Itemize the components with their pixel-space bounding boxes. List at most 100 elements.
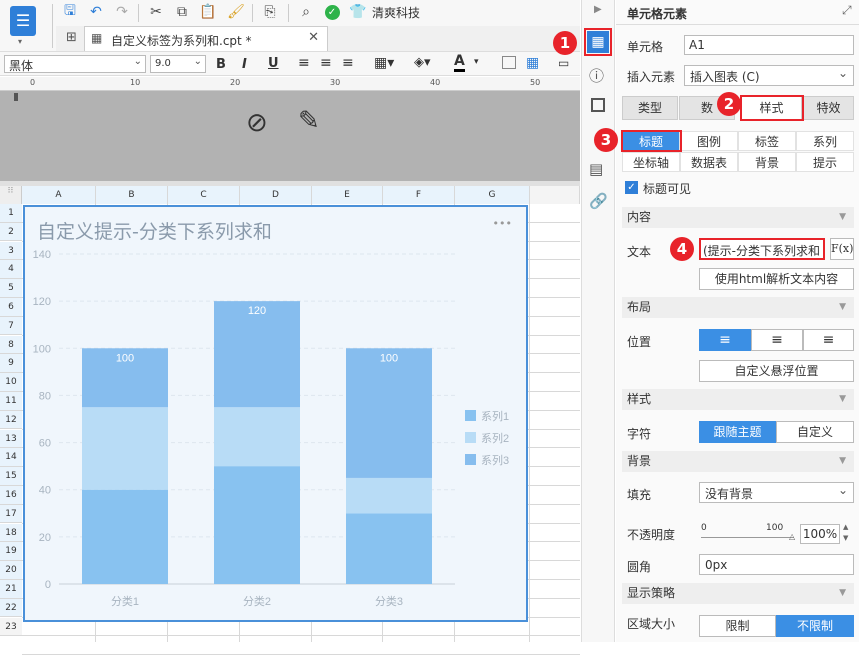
row-header-12[interactable]: 12 bbox=[0, 410, 22, 430]
row-header-8[interactable]: 8 bbox=[0, 335, 22, 355]
check-icon[interactable]: ✓ bbox=[322, 2, 342, 22]
save-icon[interactable]: 🖫 bbox=[60, 2, 80, 22]
more-icon[interactable]: ▭ bbox=[558, 56, 569, 70]
border-icon[interactable]: ▦▾ bbox=[374, 55, 394, 71]
row-header-20[interactable]: 20 bbox=[0, 561, 22, 580]
undo-icon[interactable]: ↶ bbox=[86, 2, 106, 22]
font-color-icon[interactable]: A bbox=[454, 53, 465, 72]
align-center-icon[interactable]: ≡ bbox=[320, 55, 332, 71]
cell-input[interactable]: A1 bbox=[684, 35, 854, 55]
font-select[interactable]: 黑体 ⌄ bbox=[4, 55, 146, 73]
row-header-23[interactable]: 23 bbox=[0, 617, 22, 637]
subtab-2[interactable]: 标签 bbox=[738, 131, 796, 151]
expand-right-icon[interactable]: ▶ bbox=[594, 4, 602, 15]
row-header-14[interactable]: 14 bbox=[0, 448, 22, 467]
row-header-11[interactable]: 11 bbox=[0, 392, 22, 411]
row-header-1[interactable]: 1 bbox=[0, 204, 22, 223]
corner-handle[interactable]: ⁝⁝ bbox=[0, 186, 22, 204]
nolimit-button[interactable]: 不限制 bbox=[776, 615, 854, 637]
radius-input[interactable]: 0px bbox=[699, 554, 854, 575]
row-header-18[interactable]: 18 bbox=[0, 523, 22, 543]
fill-color-icon[interactable]: ◈▾ bbox=[414, 55, 431, 70]
paste-icon[interactable]: 📋 bbox=[198, 2, 218, 22]
opacity-slider-handle[interactable]: △ bbox=[789, 532, 795, 541]
opacity-input[interactable]: 100% bbox=[800, 524, 840, 544]
row-header-19[interactable]: 19 bbox=[0, 542, 22, 561]
font-color-dropdown-icon[interactable]: ▾ bbox=[474, 57, 479, 67]
subtab-6[interactable]: 背景 bbox=[738, 152, 796, 172]
layout-section[interactable]: 布局 ▼ bbox=[622, 297, 854, 318]
redo-icon[interactable]: ↷ bbox=[112, 2, 132, 22]
follow-theme-button[interactable]: 跟随主题 bbox=[699, 421, 776, 443]
row-header-2[interactable]: 2 bbox=[0, 222, 22, 242]
copy-icon[interactable]: ⧉ bbox=[172, 2, 192, 22]
tab-type[interactable]: 类型 bbox=[622, 96, 678, 120]
hide-icon[interactable]: ⊘ bbox=[246, 108, 268, 138]
row-header-15[interactable]: 15 bbox=[0, 467, 22, 486]
limit-button[interactable]: 限制 bbox=[699, 615, 776, 637]
row-header-4[interactable]: 4 bbox=[0, 260, 22, 279]
tab-effect[interactable]: 特效 bbox=[803, 96, 854, 120]
opacity-up-icon[interactable]: ▲ bbox=[843, 523, 848, 531]
insert-select[interactable]: 插入图表 (C) ⌄ bbox=[684, 65, 854, 86]
row-header-22[interactable]: 22 bbox=[0, 598, 22, 618]
row-header-13[interactable]: 13 bbox=[0, 429, 22, 449]
table-icon[interactable]: ▦ bbox=[526, 55, 539, 71]
subtab-1[interactable]: 图例 bbox=[680, 131, 738, 151]
row-header-16[interactable]: 16 bbox=[0, 486, 22, 505]
grid-menu-icon[interactable]: ⊞ bbox=[66, 30, 77, 45]
subtab-3[interactable]: 系列 bbox=[796, 131, 854, 151]
expand-panel-icon[interactable]: ⤢ bbox=[842, 3, 852, 18]
close-tab-icon[interactable]: ✕ bbox=[308, 30, 319, 45]
logo-dropdown-icon[interactable]: ▾ bbox=[18, 37, 22, 46]
font-size-select[interactable]: 9.0 ⌄ bbox=[150, 55, 206, 73]
background-section[interactable]: 背景 ▼ bbox=[622, 451, 854, 472]
column-header-e[interactable]: E bbox=[312, 186, 383, 204]
text-input[interactable]: (提示-分类下系列求和 bbox=[699, 238, 825, 260]
cell-attribute-icon[interactable]: ⓘ bbox=[589, 65, 604, 86]
designer-logo-icon[interactable]: ☰ bbox=[10, 6, 36, 36]
italic-icon[interactable]: I bbox=[242, 57, 247, 72]
column-header-a[interactable]: A bbox=[22, 186, 96, 204]
bold-icon[interactable]: B bbox=[216, 57, 226, 72]
display-section[interactable]: 显示策略 ▼ bbox=[622, 583, 854, 604]
style-section[interactable]: 样式 ▼ bbox=[622, 389, 854, 410]
align-left-button[interactable]: ≡ bbox=[699, 329, 751, 351]
widget-icon[interactable]: ▤ bbox=[589, 160, 603, 178]
subtab-7[interactable]: 提示 bbox=[796, 152, 854, 172]
preview-icon[interactable]: ⌕ bbox=[296, 2, 316, 22]
file-tab[interactable]: ▦ 自定义标签为系列和.cpt * ✕ bbox=[84, 26, 328, 51]
border-frame-icon[interactable] bbox=[591, 98, 605, 112]
row-header-17[interactable]: 17 bbox=[0, 504, 22, 524]
float-position-button[interactable]: 自定义悬浮位置 bbox=[699, 360, 854, 382]
content-section[interactable]: 内容 ▼ bbox=[622, 207, 854, 228]
row-header-10[interactable]: 10 bbox=[0, 373, 22, 392]
format-brush-icon[interactable]: 🖌 bbox=[226, 2, 246, 22]
brand-label[interactable]: 清爽科技 bbox=[372, 4, 420, 21]
row-header-9[interactable]: 9 bbox=[0, 354, 22, 373]
frame-icon[interactable] bbox=[502, 56, 516, 69]
column-header-c[interactable]: C bbox=[168, 186, 240, 204]
align-left-icon[interactable]: ≡ bbox=[298, 55, 310, 71]
align-right-button[interactable]: ≡ bbox=[803, 329, 854, 351]
chart-container[interactable]: 自定义提示-分类下系列求和 ••• 0 20 40 60 80 100 120 140 100 分… bbox=[23, 205, 528, 622]
cut-icon[interactable]: ✂ bbox=[146, 2, 166, 22]
subtab-5[interactable]: 数据表 bbox=[680, 152, 738, 172]
title-visible-checkbox[interactable]: ✓ bbox=[625, 181, 638, 194]
link-icon[interactable]: 🔗 bbox=[589, 192, 608, 210]
column-header-b[interactable]: B bbox=[96, 186, 168, 204]
column-header-g[interactable]: G bbox=[455, 186, 530, 204]
row-header-5[interactable]: 5 bbox=[0, 279, 22, 298]
row-header-3[interactable]: 3 bbox=[0, 241, 22, 261]
underline-icon[interactable]: U bbox=[268, 56, 279, 71]
subtab-4[interactable]: 坐标轴 bbox=[622, 152, 680, 172]
row-header-7[interactable]: 7 bbox=[0, 316, 22, 336]
formula-button[interactable]: F(x) bbox=[830, 238, 854, 260]
fill-select[interactable]: 没有背景 ⌄ bbox=[699, 482, 854, 503]
align-center-button[interactable]: ≡ bbox=[751, 329, 803, 351]
opacity-down-icon[interactable]: ▼ bbox=[843, 534, 848, 542]
row-header-21[interactable]: 21 bbox=[0, 580, 22, 599]
column-header-d[interactable]: D bbox=[240, 186, 312, 204]
row-header-6[interactable]: 6 bbox=[0, 298, 22, 317]
column-header-blank[interactable] bbox=[530, 186, 580, 204]
